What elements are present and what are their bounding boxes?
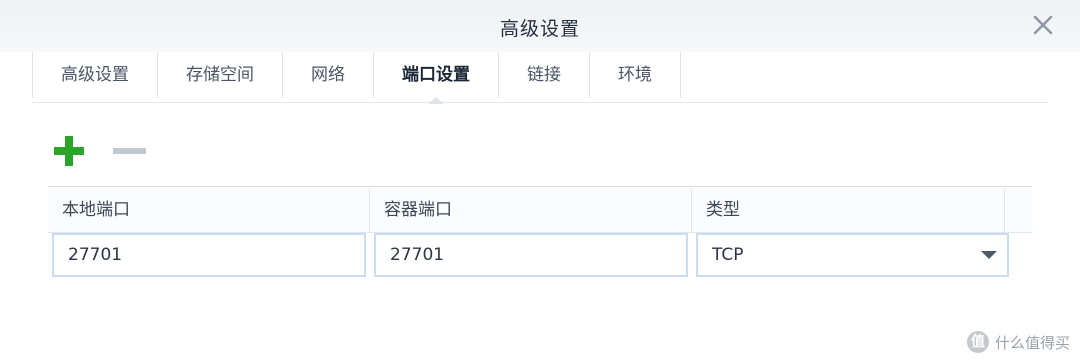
type-select-value: TCP xyxy=(712,245,744,265)
column-header-local-port[interactable]: 本地端口 xyxy=(48,188,370,232)
tab-links[interactable]: 链接 xyxy=(498,52,589,98)
column-header-container-port[interactable]: 容器端口 xyxy=(370,188,692,232)
window-title: 高级设置 xyxy=(499,18,580,40)
close-icon[interactable] xyxy=(1030,12,1056,38)
tab-storage[interactable]: 存储空间 xyxy=(157,52,282,98)
minus-icon xyxy=(113,148,146,154)
window-titlebar: 高级设置 xyxy=(0,0,1080,52)
tab-advanced-settings[interactable]: 高级设置 xyxy=(32,52,157,98)
plus-icon xyxy=(54,136,84,166)
tab-port-settings[interactable]: 端口设置 xyxy=(373,52,498,104)
local-port-field[interactable]: 27701 xyxy=(52,233,366,277)
tab-bar: 高级设置 存储空间 网络 端口设置 链接 环境 xyxy=(32,52,1048,104)
tab-environment[interactable]: 环境 xyxy=(589,52,681,98)
type-select[interactable]: TCP xyxy=(696,233,1009,277)
column-header-spacer xyxy=(1005,188,1032,232)
watermark: 值 什么值得买 xyxy=(966,329,1070,355)
table-top-border xyxy=(48,186,1032,187)
tab-network[interactable]: 网络 xyxy=(282,52,373,98)
column-header-type[interactable]: 类型 xyxy=(692,188,1005,232)
watermark-logo-icon: 值 xyxy=(966,331,989,353)
add-port-button[interactable] xyxy=(52,134,86,168)
remove-port-button[interactable] xyxy=(112,134,146,168)
container-port-field[interactable]: 27701 xyxy=(374,233,688,277)
chevron-down-icon[interactable] xyxy=(981,251,997,259)
port-table: 本地端口 容器端口 类型 27701 27701 TCP xyxy=(48,186,1032,282)
watermark-text: 什么值得买 xyxy=(994,333,1070,352)
tab-divider xyxy=(32,102,1048,103)
